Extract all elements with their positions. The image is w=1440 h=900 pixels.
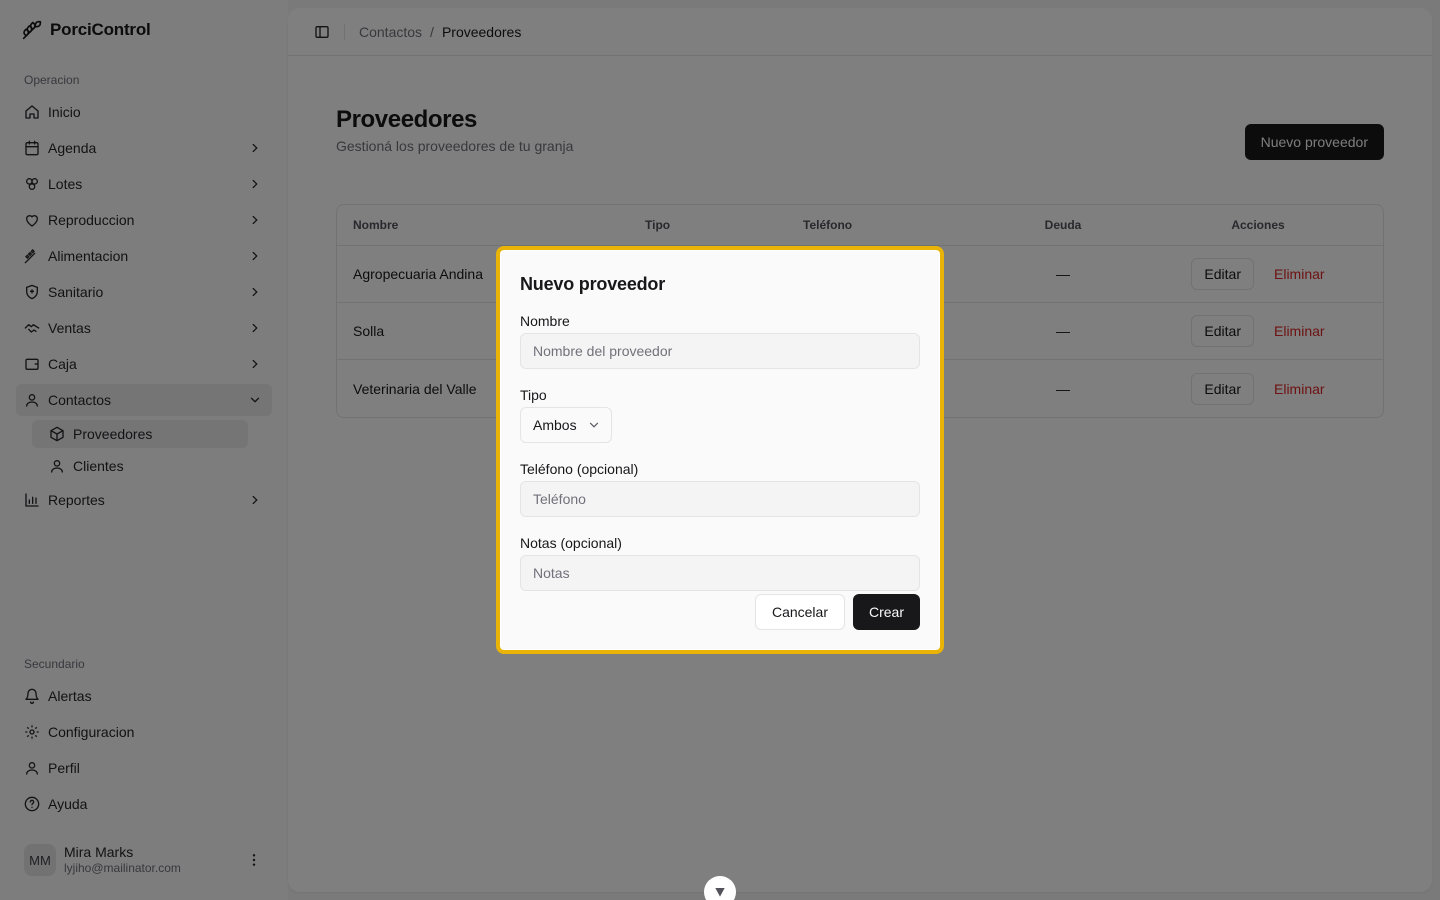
notas-input[interactable]: [520, 555, 920, 591]
dialog-title: Nuevo proveedor: [520, 274, 666, 294]
create-button[interactable]: Crear: [852, 594, 920, 630]
new-provider-dialog: Nuevo proveedor Nombre Tipo Ambos Teléfo…: [496, 246, 944, 654]
nombre-label: Nombre: [520, 313, 570, 329]
telefono-label: Teléfono (opcional): [520, 461, 639, 477]
tipo-select-value: Ambos: [533, 417, 577, 433]
chevron-down-icon: [712, 884, 728, 900]
notas-label: Notas (opcional): [520, 535, 622, 551]
dev-tools-badge[interactable]: [704, 876, 736, 900]
tipo-label: Tipo: [520, 387, 547, 403]
dialog-actions: Cancelar Crear: [754, 594, 920, 630]
telefono-input[interactable]: [520, 481, 920, 517]
nombre-input[interactable]: [520, 333, 920, 369]
tipo-select[interactable]: Ambos: [520, 407, 612, 443]
chevron-down-icon: [587, 418, 601, 432]
cancel-button[interactable]: Cancelar: [754, 594, 845, 630]
